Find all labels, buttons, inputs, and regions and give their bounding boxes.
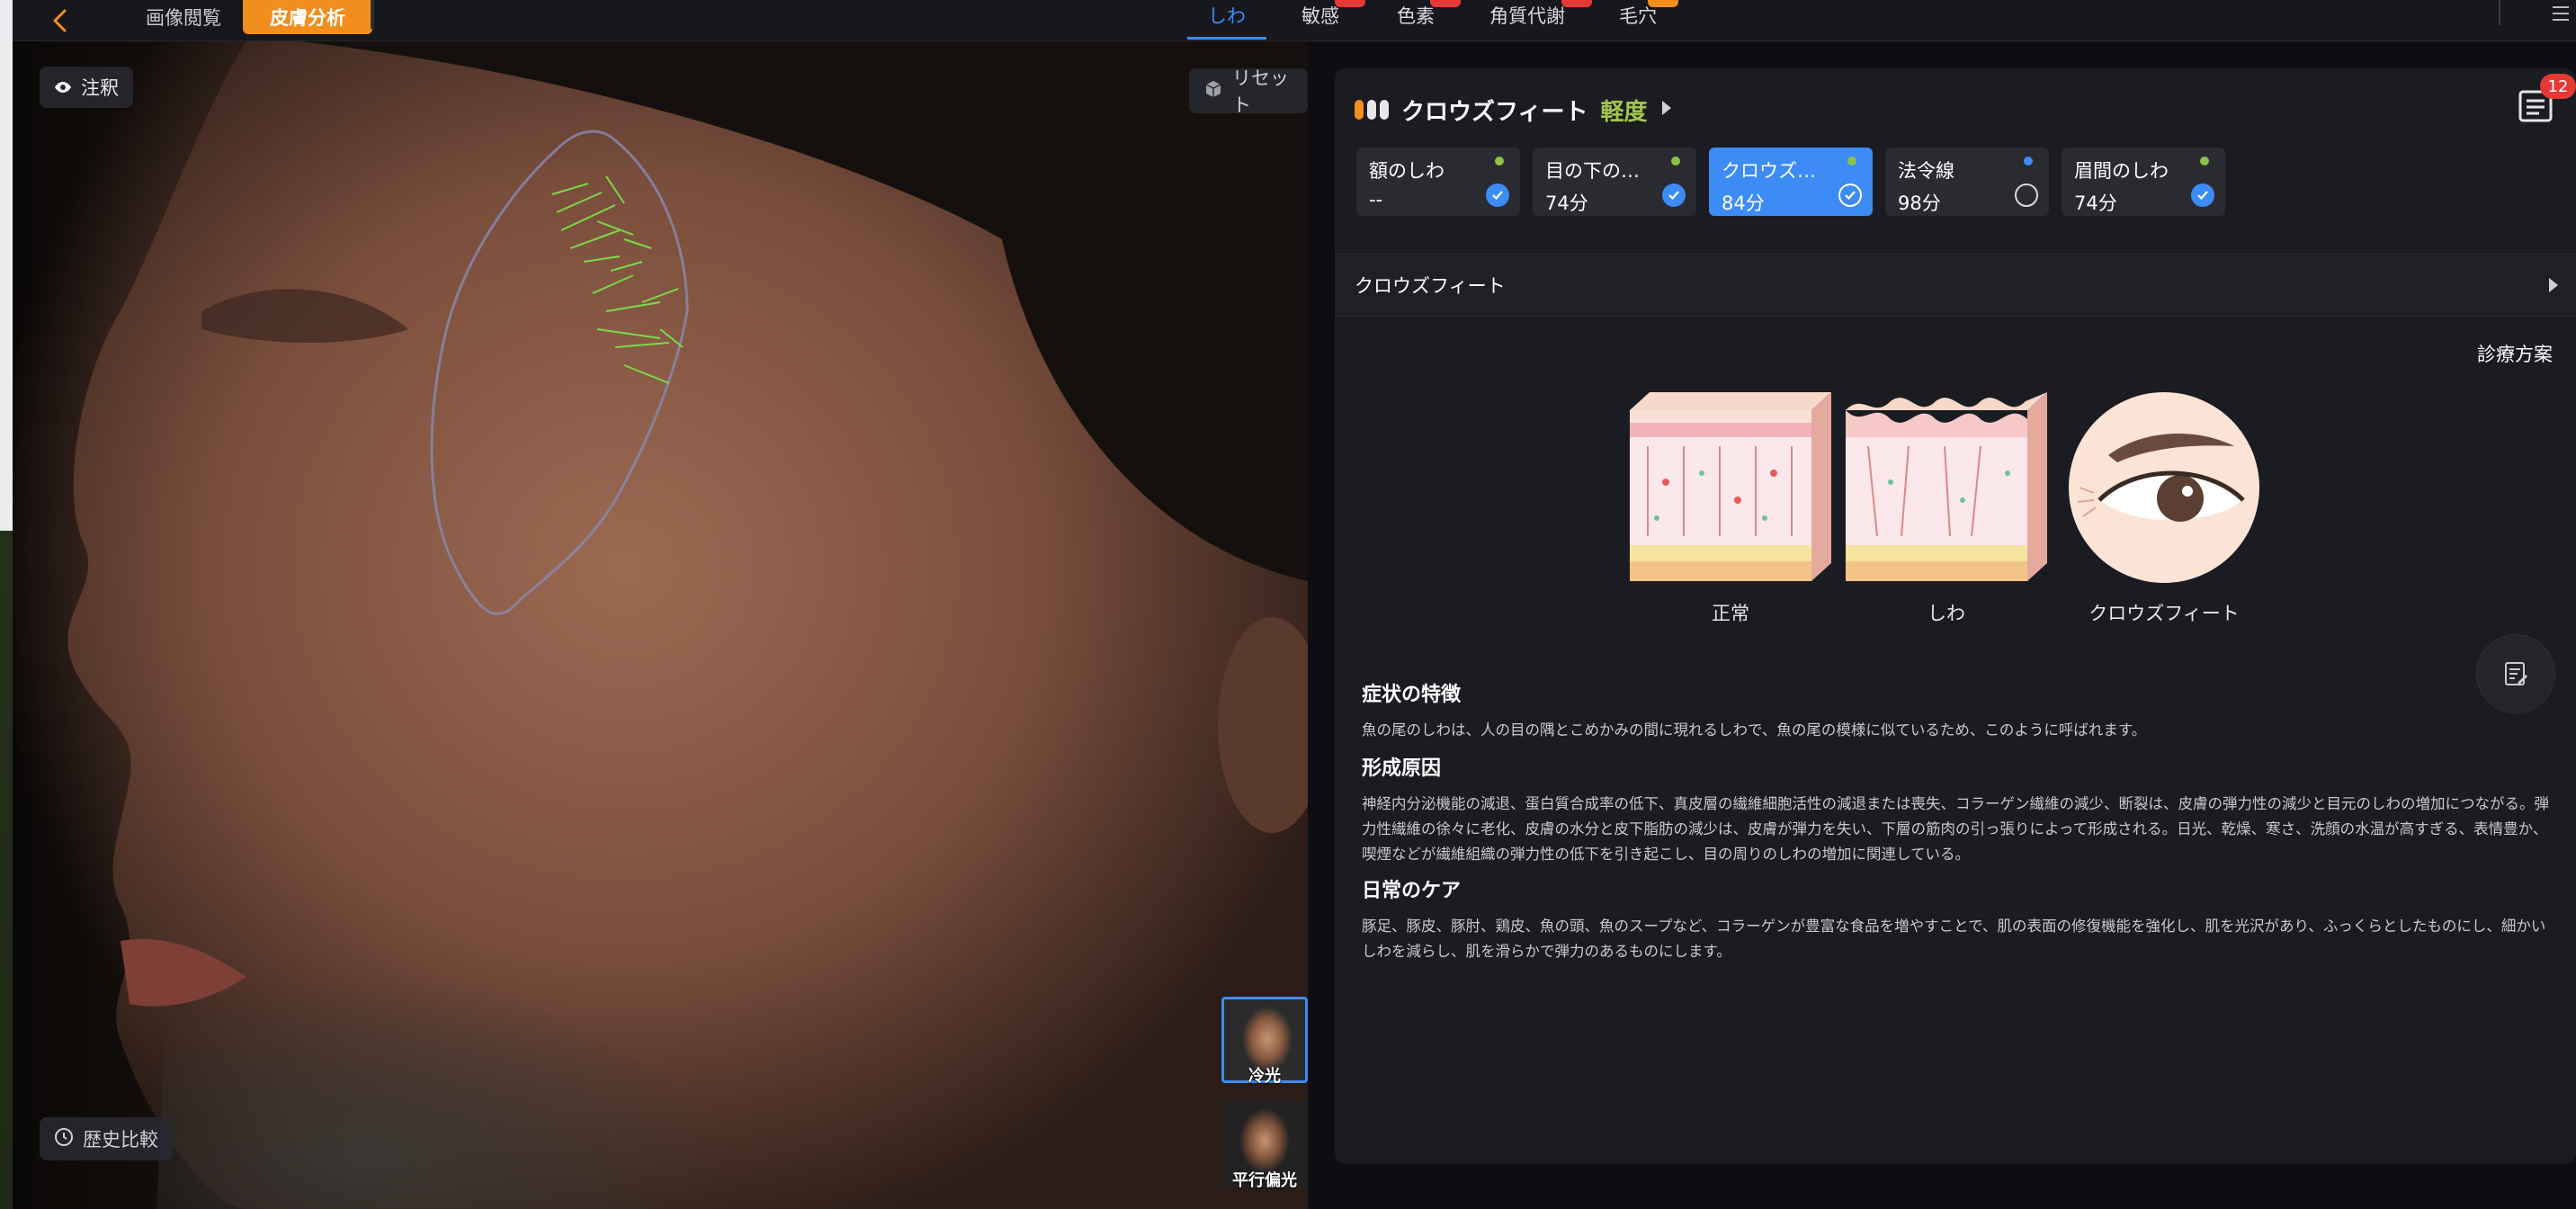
thumbnail-cold-light[interactable]: 冷光 [1221, 997, 1308, 1087]
symptom-title: 症状の特徴 [1362, 684, 1462, 706]
tab-pigment-label: 色素 [1397, 5, 1435, 27]
tab-pores[interactable]: 毛穴 [1615, 0, 1678, 40]
tab-skin-analysis[interactable]: 皮膚分析 [243, 0, 372, 34]
tab-pigment[interactable]: 色素 [1389, 0, 1461, 40]
check-icon[interactable] [1838, 184, 1862, 207]
tab-sensitive[interactable]: 敏感 [1293, 0, 1365, 40]
care-title: 日常のケア [1362, 880, 1462, 902]
reset-label: リセット [1232, 67, 1289, 116]
top-bar: 画像閲覧 皮膚分析 しわ 敏感 色素 角質代謝 毛穴 [13, 0, 2576, 41]
clock-icon [54, 1127, 74, 1151]
section-label: クロウズフィート [1355, 275, 1506, 297]
menu-icon[interactable] [2549, 2, 2572, 25]
status-dot [1495, 157, 1504, 166]
tab-wrinkle-label: しわ [1208, 5, 1246, 27]
annotation-toggle[interactable]: 注釈 [40, 67, 133, 108]
tab-wrinkle[interactable]: しわ [1187, 0, 1266, 40]
check-icon[interactable] [1662, 184, 1686, 207]
care-section: 日常のケア 豚足、豚皮、豚肘、鶏皮、魚の頭、魚のスープなど、コラーゲンが豊富な食… [1362, 874, 2549, 964]
status-badge [1648, 0, 1678, 7]
check-icon[interactable] [1486, 184, 1509, 207]
section-header[interactable]: クロウズフィート [1335, 254, 2576, 317]
card-name: 法令線 [1898, 160, 1954, 182]
severity-level: 軽度 [1600, 98, 1648, 126]
caret-right-icon [2547, 276, 2560, 298]
eye-crows-feet-illustration [2069, 392, 2259, 583]
left-edge-strip [0, 0, 13, 1209]
card-name: 額のしわ [1369, 160, 1445, 182]
history-compare-button[interactable]: 歴史比較 [40, 1117, 173, 1160]
reset-button[interactable]: リセット [1189, 67, 1308, 116]
face-image-viewer[interactable]: 注釈 リセット 歴史比較 冷光 平行偏光 [13, 41, 1308, 1209]
status-dot [2200, 157, 2209, 166]
divider [371, 0, 374, 29]
status-badge [1561, 0, 1592, 7]
illustration-wrinkle: しわ [1846, 392, 2047, 626]
symptom-section: 症状の特徴 魚の尾のしわは、人の目の隅とこめかみの間に現れるしわで、魚の尾の模様… [1362, 678, 2549, 743]
illustration-normal: 正常 [1630, 392, 1831, 626]
cube-icon [1203, 79, 1223, 103]
annotation-label: 注釈 [81, 77, 119, 99]
status-badge [1335, 0, 1365, 7]
check-icon[interactable] [2191, 184, 2214, 207]
thumbnail-parallel-polarized[interactable]: 平行偏光 [1221, 1101, 1308, 1191]
status-dot [2024, 157, 2033, 166]
cause-text: 神経内分泌機能の減退、蛋白質合成率の低下、真皮層の繊維細胞活性の減退または喪失、… [1362, 795, 2549, 863]
illustration-caption: クロウズフィート [2089, 603, 2240, 624]
card-name: クロウズフ… [1722, 160, 1829, 182]
illustration-crows-feet: クロウズフィート [2063, 392, 2265, 626]
wrinkle-type-cards: 額のしわ -- 目の下の細… 74分 クロウズフ… 84分 法令線 98分 眉間… [1356, 148, 2225, 216]
tab-keratin[interactable]: 角質代謝 [1480, 0, 1592, 40]
status-badge [1430, 0, 1461, 7]
status-dot [1671, 157, 1680, 166]
tab-sensitive-label: 敏感 [1301, 5, 1339, 27]
cause-section: 形成原因 神経内分泌機能の減退、蛋白質合成率の低下、真皮層の繊維細胞活性の減退ま… [1362, 752, 2549, 867]
notification-badge: 12 [2540, 74, 2576, 99]
chevron-left-icon[interactable] [45, 5, 76, 36]
divider [2499, 0, 2500, 25]
tab-image-view[interactable]: 画像閲覧 [121, 0, 246, 34]
tab-keratin-label: 角質代謝 [1489, 5, 1565, 27]
skin-normal-illustration [1630, 392, 1831, 581]
page-title: クロウズフィート [1401, 98, 1588, 126]
card-name: 目の下の細… [1545, 160, 1653, 182]
card-forehead-wrinkle[interactable]: 額のしわ -- [1356, 148, 1520, 216]
illustration-caption: しわ [1928, 603, 1965, 624]
treatment-plan-label: 診療方案 [2477, 344, 2553, 365]
skin-wrinkle-illustration [1846, 392, 2047, 581]
analysis-panel: クロウズフィート 軽度 12 額のしわ -- 目の下の細… 74分 クロウズフ… [1335, 68, 2576, 1164]
symptom-text: 魚の尾のしわは、人の目の隅とこめかみの間に現れるしわで、魚の尾の模様に似ているた… [1362, 721, 2147, 739]
eye-icon [54, 76, 72, 98]
severity-indicator [1355, 100, 1389, 120]
card-under-eye-fine-lines[interactable]: 目の下の細… 74分 [1533, 148, 1696, 216]
thumbnail-label: 冷光 [1248, 1067, 1281, 1086]
cause-title: 形成原因 [1362, 757, 1442, 780]
card-nasolabial-fold[interactable]: 法令線 98分 [1885, 148, 2049, 216]
card-name: 眉間のしわ [2074, 160, 2169, 182]
care-text: 豚足、豚皮、豚肘、鶏皮、魚の頭、魚のスープなど、コラーゲンが豊富な食品を増やすこ… [1362, 918, 2546, 960]
card-glabellar-lines[interactable]: 眉間のしわ 74分 [2062, 148, 2225, 216]
card-crows-feet[interactable]: クロウズフ… 84分 [1709, 148, 1873, 216]
caret-right-icon [1660, 100, 1673, 120]
illustration-caption: 正常 [1712, 603, 1749, 624]
status-dot [1847, 157, 1856, 166]
panel-header[interactable]: クロウズフィート 軽度 [1355, 92, 1673, 128]
thumbnail-label: 平行偏光 [1232, 1171, 1297, 1190]
face-photo [67, 41, 1308, 1209]
history-label: 歴史比較 [83, 1129, 158, 1151]
unchecked-icon[interactable] [2015, 184, 2038, 207]
